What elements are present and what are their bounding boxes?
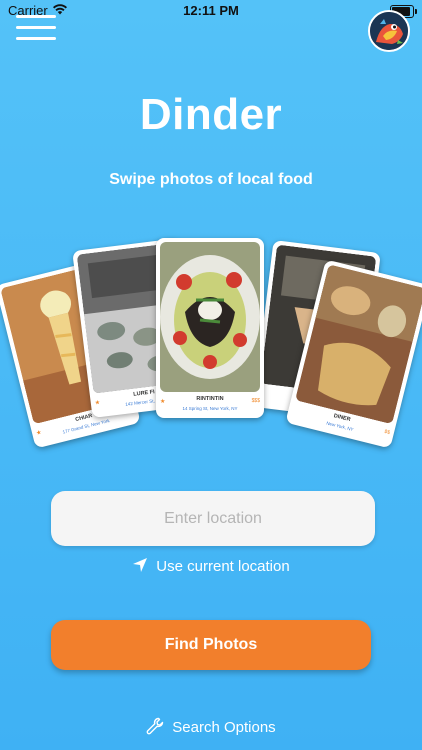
hamburger-menu-icon[interactable] — [16, 15, 56, 41]
wrench-icon — [146, 717, 164, 735]
search-options-button[interactable]: Search Options — [0, 717, 422, 736]
food-card-fan: ★ CHIAR 177 Grand St, New York ★ LURE FI… — [0, 234, 422, 454]
status-bar: Carrier 12:11 PM — [0, 0, 422, 24]
app-tagline: Swipe photos of local food — [109, 171, 313, 188]
find-photos-button[interactable]: Find Photos — [51, 620, 371, 670]
profile-avatar[interactable] — [368, 10, 410, 52]
card-address: 14 Spring St, New York, NY — [182, 406, 238, 411]
app-title: Dinder — [139, 90, 283, 139]
food-photo — [160, 242, 260, 392]
food-card: ★ $$$ RINTINTIN 14 Spring St, New York, … — [156, 238, 264, 418]
use-current-location-button[interactable]: Use current location — [0, 557, 422, 575]
location-input[interactable] — [51, 491, 375, 546]
use-current-location-label: Use current location — [156, 558, 290, 575]
location-arrow-icon — [133, 558, 148, 572]
status-time: 12:11 PM — [183, 3, 239, 18]
card-restaurant-name: RINTINTIN — [196, 396, 224, 402]
search-options-label: Search Options — [172, 719, 276, 736]
